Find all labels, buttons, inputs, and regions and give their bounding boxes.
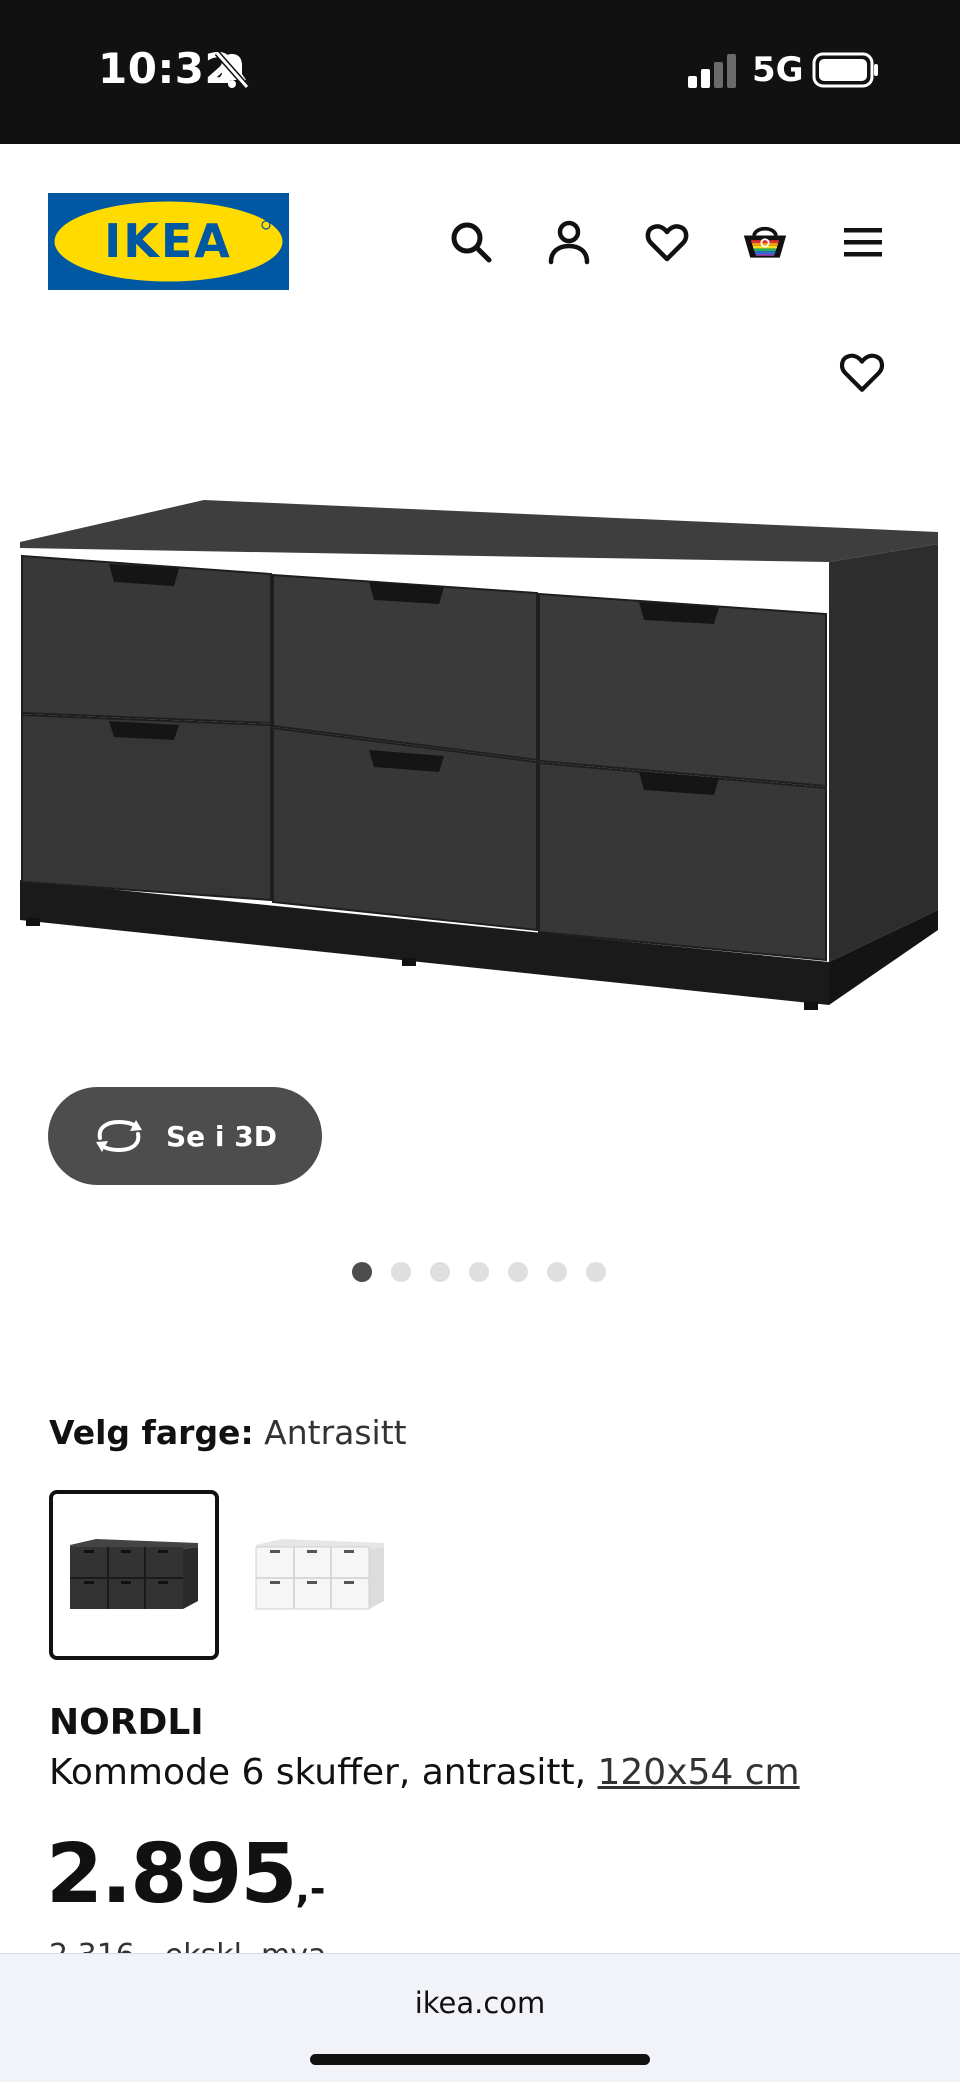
basket-icon xyxy=(743,226,787,258)
color-selector-label: Velg farge: Antrasitt xyxy=(49,1413,407,1452)
color-label-text: Velg farge: xyxy=(49,1413,254,1452)
url-field[interactable]: ikea.com xyxy=(0,1986,960,2020)
pager-dot-3[interactable] xyxy=(430,1262,450,1282)
heart-icon xyxy=(839,353,885,392)
color-option-hvit[interactable] xyxy=(235,1490,405,1660)
price-suffix: ,- xyxy=(295,1867,326,1911)
account-button[interactable] xyxy=(540,213,598,271)
product-description-text: Kommode 6 skuffer, antrasitt, xyxy=(49,1752,587,1793)
favourites-button[interactable] xyxy=(638,213,696,271)
svg-text:IKEA: IKEA xyxy=(104,214,232,268)
image-pager xyxy=(352,1262,606,1284)
pager-dot-4[interactable] xyxy=(469,1262,489,1282)
signal-icon xyxy=(688,54,736,88)
menu-icon xyxy=(844,228,882,257)
basket-button[interactable] xyxy=(736,213,794,271)
swatch-image-antrasitt xyxy=(70,1539,198,1609)
pager-dot-6[interactable] xyxy=(547,1262,567,1282)
product-price: 2.895,- xyxy=(46,1834,326,1916)
color-value: Antrasitt xyxy=(264,1413,407,1452)
add-to-favourites-button[interactable] xyxy=(832,342,892,402)
menu-button[interactable] xyxy=(834,213,892,271)
status-bar: 10:32 5G xyxy=(0,0,960,144)
swatch-image-hvit xyxy=(255,1539,384,1610)
rotate-icon xyxy=(96,1119,142,1153)
product-name: NORDLI xyxy=(49,1702,204,1743)
search-button[interactable] xyxy=(442,213,500,271)
home-indicator[interactable] xyxy=(310,2054,650,2065)
search-icon xyxy=(451,222,492,263)
color-option-antrasitt[interactable] xyxy=(49,1490,219,1660)
pager-dot-2[interactable] xyxy=(391,1262,411,1282)
pager-dot-1[interactable] xyxy=(352,1262,372,1282)
network-label: 5G xyxy=(752,50,804,90)
ikea-logo[interactable]: IKEA xyxy=(48,193,289,290)
heart-icon xyxy=(645,224,689,262)
view-3d-button[interactable]: Se i 3D xyxy=(48,1087,322,1185)
product-dimensions-link[interactable]: 120x54 cm xyxy=(597,1752,799,1793)
pager-dot-7[interactable] xyxy=(586,1262,606,1282)
price-integer: 2.895 xyxy=(46,1827,297,1922)
account-icon xyxy=(548,220,590,265)
product-image[interactable] xyxy=(14,490,944,1020)
view-3d-label: Se i 3D xyxy=(166,1119,277,1153)
browser-bar: ikea.com xyxy=(0,1953,960,2082)
product-description: Kommode 6 skuffer, antrasitt, 120x54 cm xyxy=(49,1752,800,1793)
pager-dot-5[interactable] xyxy=(508,1262,528,1282)
bell-slash-icon xyxy=(214,51,250,89)
battery-icon xyxy=(812,52,878,88)
